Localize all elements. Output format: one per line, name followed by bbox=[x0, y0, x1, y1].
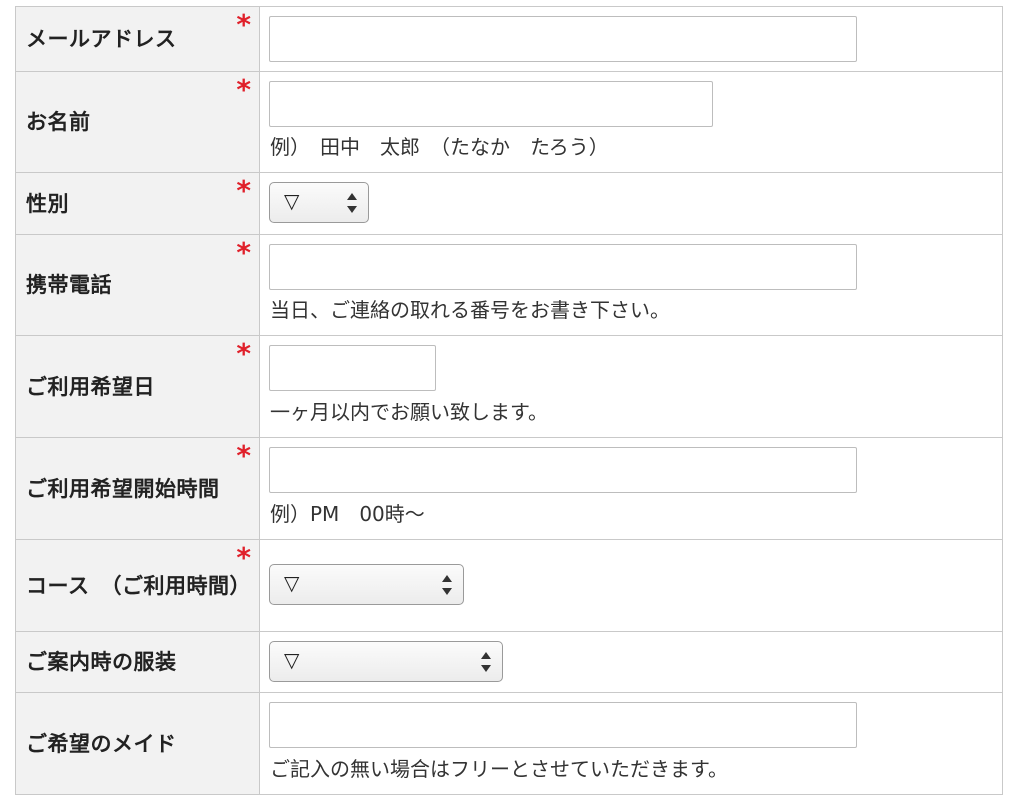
reservation-form: メールアドレス * お名前 * 例） 田中 太郎 （たなか たろう） 性別 * … bbox=[15, 6, 1003, 795]
gender-select[interactable]: ▽ bbox=[269, 182, 369, 223]
field-cell-gender: ▽ bbox=[260, 173, 1003, 234]
start-time-input[interactable] bbox=[269, 447, 857, 493]
field-cell-email bbox=[260, 7, 1003, 71]
name-label: お名前 bbox=[26, 110, 91, 134]
phone-label: 携帯電話 bbox=[26, 273, 112, 297]
attire-select-value: ▽ bbox=[284, 648, 300, 672]
required-mark: * bbox=[236, 73, 251, 106]
row-maid: ご希望のメイド ご記入の無い場合はフリーとさせていただきます。 bbox=[15, 693, 1003, 795]
field-cell-course: ▽ bbox=[260, 540, 1003, 631]
required-mark: * bbox=[236, 174, 251, 207]
row-course: コース （ご利用時間） * ▽ bbox=[15, 540, 1003, 632]
maid-label: ご希望のメイド bbox=[26, 731, 177, 756]
required-mark: * bbox=[236, 541, 251, 574]
row-email: メールアドレス * bbox=[15, 7, 1003, 72]
email-label: メールアドレス bbox=[26, 27, 177, 51]
required-mark: * bbox=[236, 337, 251, 370]
updown-arrows-icon bbox=[346, 192, 358, 214]
row-name: お名前 * 例） 田中 太郎 （たなか たろう） bbox=[15, 72, 1003, 173]
gender-label: 性別 bbox=[26, 191, 69, 216]
label-cell-email: メールアドレス * bbox=[15, 7, 260, 71]
name-hint: 例） 田中 太郎 （たなか たろう） bbox=[270, 135, 609, 159]
attire-label: ご案内時の服装 bbox=[26, 650, 177, 674]
date-hint: 一ヶ月以内でお願い致します。 bbox=[270, 400, 548, 424]
field-cell-attire: ▽ bbox=[260, 632, 1003, 692]
label-cell-course: コース （ご利用時間） * bbox=[15, 540, 260, 631]
email-input[interactable] bbox=[269, 16, 857, 62]
maid-hint: ご記入の無い場合はフリーとさせていただきます。 bbox=[270, 757, 728, 781]
course-select-value: ▽ bbox=[284, 571, 300, 595]
label-cell-attire: ご案内時の服装 bbox=[15, 632, 260, 692]
required-mark: * bbox=[236, 439, 251, 472]
label-cell-maid: ご希望のメイド bbox=[15, 693, 260, 794]
label-cell-name: お名前 * bbox=[15, 72, 260, 172]
phone-input[interactable] bbox=[269, 244, 857, 290]
start-time-hint: 例）PM 00時〜 bbox=[270, 502, 425, 526]
name-input[interactable] bbox=[269, 81, 713, 127]
field-cell-maid: ご記入の無い場合はフリーとさせていただきます。 bbox=[260, 693, 1003, 794]
row-date: ご利用希望日 * 一ヶ月以内でお願い致します。 bbox=[15, 336, 1003, 438]
course-label: コース （ご利用時間） bbox=[26, 573, 251, 598]
field-cell-phone: 当日、ご連絡の取れる番号をお書き下さい。 bbox=[260, 235, 1003, 335]
maid-input[interactable] bbox=[269, 702, 857, 748]
gender-select-value: ▽ bbox=[284, 189, 300, 213]
row-phone: 携帯電話 * 当日、ご連絡の取れる番号をお書き下さい。 bbox=[15, 235, 1003, 336]
required-mark: * bbox=[236, 8, 251, 41]
label-cell-phone: 携帯電話 * bbox=[15, 235, 260, 335]
field-cell-start-time: 例）PM 00時〜 bbox=[260, 438, 1003, 539]
label-cell-start-time: ご利用希望開始時間 * bbox=[15, 438, 260, 539]
date-label: ご利用希望日 bbox=[26, 374, 155, 399]
updown-arrows-icon bbox=[441, 574, 453, 596]
attire-select[interactable]: ▽ bbox=[269, 641, 503, 682]
date-input[interactable] bbox=[269, 345, 436, 391]
field-cell-date: 一ヶ月以内でお願い致します。 bbox=[260, 336, 1003, 437]
required-mark: * bbox=[236, 236, 251, 269]
row-start-time: ご利用希望開始時間 * 例）PM 00時〜 bbox=[15, 438, 1003, 540]
start-time-label: ご利用希望開始時間 bbox=[26, 476, 220, 501]
label-cell-gender: 性別 * bbox=[15, 173, 260, 234]
updown-arrows-icon bbox=[480, 651, 492, 673]
phone-hint: 当日、ご連絡の取れる番号をお書き下さい。 bbox=[270, 298, 670, 322]
course-select[interactable]: ▽ bbox=[269, 564, 464, 605]
row-gender: 性別 * ▽ bbox=[15, 173, 1003, 235]
field-cell-name: 例） 田中 太郎 （たなか たろう） bbox=[260, 72, 1003, 172]
label-cell-date: ご利用希望日 * bbox=[15, 336, 260, 437]
row-attire: ご案内時の服装 ▽ bbox=[15, 632, 1003, 693]
